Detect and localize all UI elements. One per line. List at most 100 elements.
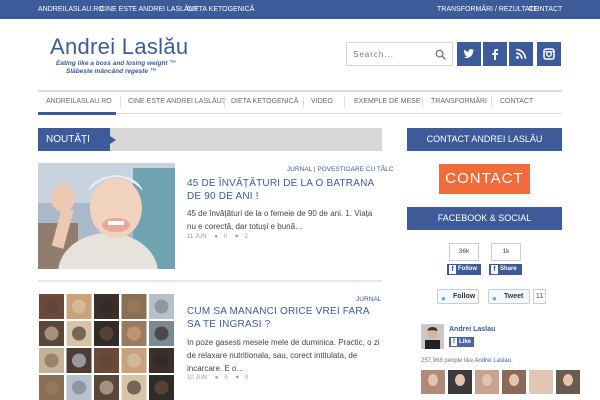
category-separator: | [313, 166, 316, 173]
section-title: NOUTĂȚI [38, 128, 116, 151]
article-categories: JURNAL | POVESTIOARE CU TÂLC [287, 166, 393, 173]
article-thumbnail[interactable] [38, 293, 175, 400]
facebook-follow-count: 36k [449, 243, 479, 261]
article-excerpt: In poze gasesti mesele mele de duminica.… [187, 338, 380, 373]
article-title[interactable]: CUM SA MANANCI ORICE VREI FARA SA TE ING… [187, 305, 383, 331]
nav-separator [344, 97, 345, 107]
facebook-page-name[interactable]: Andrei Laslau [449, 326, 495, 333]
article-categories: JURNAL [356, 296, 381, 303]
site-logo[interactable]: Andrei Laslău Eating like a boss and los… [50, 34, 189, 75]
topbar-link-keto[interactable]: DIETA KETOGENICĂ [187, 0, 254, 19]
facebook-like-button[interactable]: f Like [449, 337, 475, 347]
facebook-icon: f [451, 338, 457, 346]
facebook-share-button[interactable]: f Share [489, 264, 522, 275]
fan-avatar-face [536, 374, 546, 386]
fan-avatar[interactable] [475, 370, 499, 394]
topbar-link-contact[interactable]: CONTACT [529, 0, 562, 19]
article-meta: 10 JUN ● 0 ♥ 0 [187, 375, 254, 381]
topbar-link-home[interactable]: ANDREILASLAU.RO [38, 0, 104, 19]
comment-icon: ● [214, 375, 219, 381]
nav-item-keto[interactable]: DIETA KETOGENICĂ [231, 92, 298, 112]
contact-button[interactable]: CONTACT [439, 164, 530, 194]
fan-avatar-face [482, 374, 492, 386]
article-date: 10 JUN [187, 375, 208, 381]
sidebar-social-heading: FACEBOOK & SOCIAL [407, 207, 562, 230]
search-input[interactable] [353, 47, 433, 62]
meal-plate-shape [127, 299, 141, 314]
nav-item-contact[interactable]: CONTACT [500, 92, 533, 112]
nav-separator [491, 97, 492, 107]
like-count[interactable]: 0 [245, 375, 248, 381]
rss-icon[interactable] [509, 42, 533, 66]
twitter-follow-button[interactable]: ● Follow [437, 289, 479, 304]
fan-avatar[interactable] [502, 370, 526, 394]
like-count[interactable]: 2 [244, 234, 247, 240]
twitter-tweet-label: Tweet [504, 293, 524, 300]
comment-icon: ● [214, 234, 218, 240]
meal-plate-shape [72, 380, 86, 395]
category-link[interactable]: POVESTIOARE CU TÂLC [317, 166, 393, 173]
article-title[interactable]: 45 DE ÎNVĂȚĂTURI DE LA O BATRANA DE 90 D… [187, 177, 383, 203]
logo-title: Andrei Laslău [50, 34, 189, 59]
share-label: Share [500, 266, 517, 272]
nav-separator [422, 97, 423, 107]
twitter-icon[interactable] [457, 42, 481, 66]
category-link[interactable]: JURNAL [287, 166, 312, 173]
fan-avatar-face [428, 374, 438, 386]
meal-plate-shape [99, 326, 114, 341]
article-thumbnail[interactable] [38, 163, 175, 269]
article-divider [38, 280, 382, 282]
topbar-link-about[interactable]: CINE ESTE ANDREI LASLĂU? [100, 0, 198, 19]
facebook-icon: f [491, 265, 498, 274]
meal-plate-shape [127, 380, 141, 395]
nav-active-indicator [38, 112, 116, 115]
fan-avatar-face [455, 374, 465, 386]
nav-item-transformations[interactable]: TRANSFORMĂRI [431, 92, 487, 112]
facebook-icon[interactable] [483, 42, 507, 66]
fans-page-link[interactable]: Andrei Laslau. [474, 358, 512, 364]
comment-count[interactable]: 0 [224, 375, 227, 381]
search-box [346, 42, 453, 66]
logo-tagline-en: Eating like a boss and losing weight ™ [56, 60, 176, 67]
fan-avatar[interactable] [421, 370, 445, 394]
meals-collage-photo [38, 293, 175, 400]
logo-tagline-ro: Slăbește mâncând regește ™ [66, 68, 157, 75]
meal-plate-shape [99, 299, 114, 314]
facebook-icon: f [449, 265, 456, 274]
nav-item-meals[interactable]: EXEMPLE DE MESE [354, 92, 421, 112]
meal-plate-shape [99, 380, 114, 395]
topbar-link-transformations[interactable]: TRANSFORMĂRI / REZULTATE [437, 0, 538, 19]
nav-item-video[interactable]: VIDEO [311, 92, 333, 112]
follow-label: Follow [458, 266, 477, 272]
fan-avatar-face [563, 374, 573, 386]
nav-separator [224, 97, 225, 107]
meal-plate-shape [44, 299, 59, 314]
facebook-page-avatar[interactable] [421, 324, 444, 349]
heart-icon: ♥ [235, 375, 239, 381]
search-icon[interactable] [435, 49, 446, 60]
like-label: Like [459, 339, 472, 345]
elderly-woman-photo [38, 163, 175, 269]
nav-separator [120, 97, 121, 107]
instagram-icon[interactable] [537, 42, 561, 66]
nav-separator [303, 97, 304, 107]
fan-avatar[interactable] [448, 370, 472, 394]
meal-plate-shape [154, 299, 169, 314]
meal-plate-shape [127, 353, 141, 368]
fans-count-text: 257,968 people like [421, 358, 474, 364]
facebook-follow-button[interactable]: f Follow [447, 264, 481, 275]
nav-item-home[interactable]: ANDREILASLAU.RO [46, 92, 112, 112]
meal-plate-shape [44, 326, 59, 341]
article-meta: 11 JUN ● 0 ♥ 2 [187, 234, 254, 240]
twitter-bird-icon: ● [441, 294, 446, 303]
meal-plate-shape [72, 326, 86, 341]
fan-avatar[interactable] [529, 370, 553, 394]
fan-avatar[interactable] [556, 370, 580, 394]
nav-item-about[interactable]: CINE ESTE ANDREI LASLĂU? [128, 92, 226, 112]
facebook-fans-count: 257,968 people like Andrei Laslau. [421, 358, 513, 364]
comment-count[interactable]: 0 [224, 234, 227, 240]
category-link[interactable]: JURNAL [356, 296, 381, 303]
nav-border [38, 113, 562, 114]
twitter-tweet-button[interactable]: ● Tweet [488, 289, 530, 304]
meal-plate-shape [154, 326, 169, 341]
